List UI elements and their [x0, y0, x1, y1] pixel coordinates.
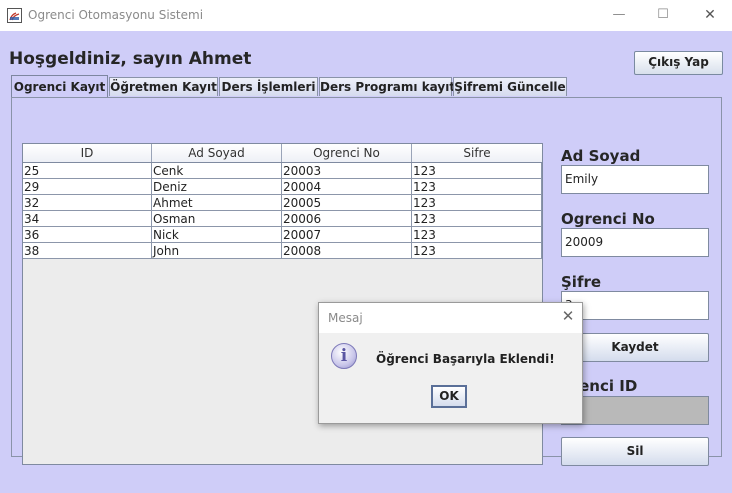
cell-id: 25 [23, 163, 152, 179]
cell-sifre: 123 [412, 243, 542, 259]
ogrenci-id-input [561, 396, 709, 425]
info-icon: i [331, 343, 357, 369]
delete-button[interactable]: Sil [561, 437, 709, 466]
cell-ad-soyad: Deniz [152, 179, 282, 195]
dialog-message: Öğrenci Başarıyla Eklendi! [376, 352, 555, 366]
table-row[interactable]: 34 Osman 20006 123 [23, 211, 542, 227]
cell-id: 34 [23, 211, 152, 227]
tab-ogretmen-kayit[interactable]: Öğretmen Kayıt [109, 77, 218, 96]
welcome-heading: Hoşgeldiniz, sayın Ahmet [9, 49, 252, 69]
cell-ogrenci-no: 20006 [282, 211, 412, 227]
cell-sifre: 123 [412, 163, 542, 179]
ad-soyad-input[interactable]: Emily [561, 165, 709, 194]
tab-sifremi-guncelle[interactable]: Şifremi Güncelle [453, 77, 567, 96]
cell-ad-soyad: Osman [152, 211, 282, 227]
column-header-id[interactable]: ID [23, 144, 152, 162]
message-dialog: Mesaj ✕ i Öğrenci Başarıyla Eklendi! OK [318, 302, 583, 424]
dialog-close-icon[interactable]: ✕ [559, 307, 577, 325]
minimize-button[interactable]: — [607, 4, 631, 26]
title-bar: Ogrenci Otomasyonu Sistemi — ☐ ✕ [0, 0, 732, 31]
cell-id: 32 [23, 195, 152, 211]
save-button[interactable]: Kaydet [561, 333, 709, 362]
cell-id: 29 [23, 179, 152, 195]
dialog-title: Mesaj [328, 311, 363, 325]
cell-ad-soyad: Cenk [152, 163, 282, 179]
sifre-input[interactable]: 3 [561, 291, 709, 320]
ogrenci-no-input[interactable]: 20009 [561, 228, 709, 257]
tab-ders-islemleri[interactable]: Ders İşlemleri [219, 77, 318, 96]
cell-ad-soyad: Nick [152, 227, 282, 243]
cell-sifre: 123 [412, 179, 542, 195]
close-button[interactable]: ✕ [698, 4, 722, 26]
tab-ogrenci-kayit[interactable]: Ogrenci Kayıt [11, 75, 108, 97]
cell-ogrenci-no: 20007 [282, 227, 412, 243]
ok-button[interactable]: OK [431, 385, 467, 408]
cell-ogrenci-no: 20005 [282, 195, 412, 211]
ogrenci-no-label: Ogrenci No [561, 210, 655, 228]
cell-sifre: 123 [412, 195, 542, 211]
table-row[interactable]: 32 Ahmet 20005 123 [23, 195, 542, 211]
cell-ad-soyad: Ahmet [152, 195, 282, 211]
ad-soyad-label: Ad Soyad [561, 147, 641, 165]
column-header-sifre[interactable]: Sifre [412, 144, 542, 162]
cell-ogrenci-no: 20004 [282, 179, 412, 195]
column-header-ad-soyad[interactable]: Ad Soyad [152, 144, 282, 162]
table-row[interactable]: 25 Cenk 20003 123 [23, 163, 542, 179]
cell-sifre: 123 [412, 227, 542, 243]
cell-ogrenci-no: 20003 [282, 163, 412, 179]
cell-id: 38 [23, 243, 152, 259]
maximize-button[interactable]: ☐ [651, 4, 675, 26]
logout-button[interactable]: Çıkış Yap [634, 51, 723, 75]
cell-ad-soyad: John [152, 243, 282, 259]
window-title: Ogrenci Otomasyonu Sistemi [28, 8, 204, 22]
cell-ogrenci-no: 20008 [282, 243, 412, 259]
tab-ders-programi-kayit[interactable]: Ders Programı kayıt [319, 77, 455, 96]
cell-sifre: 123 [412, 211, 542, 227]
table-row[interactable]: 36 Nick 20007 123 [23, 227, 542, 243]
cell-id: 36 [23, 227, 152, 243]
dialog-title-bar: Mesaj ✕ [319, 303, 582, 333]
sifre-label: Şifre [561, 273, 602, 291]
table-row[interactable]: 38 John 20008 123 [23, 243, 542, 259]
table-header: ID Ad Soyad Ogrenci No Sifre [23, 144, 542, 163]
column-header-ogrenci-no[interactable]: Ogrenci No [282, 144, 412, 162]
java-app-icon [7, 8, 22, 23]
table-row[interactable]: 29 Deniz 20004 123 [23, 179, 542, 195]
